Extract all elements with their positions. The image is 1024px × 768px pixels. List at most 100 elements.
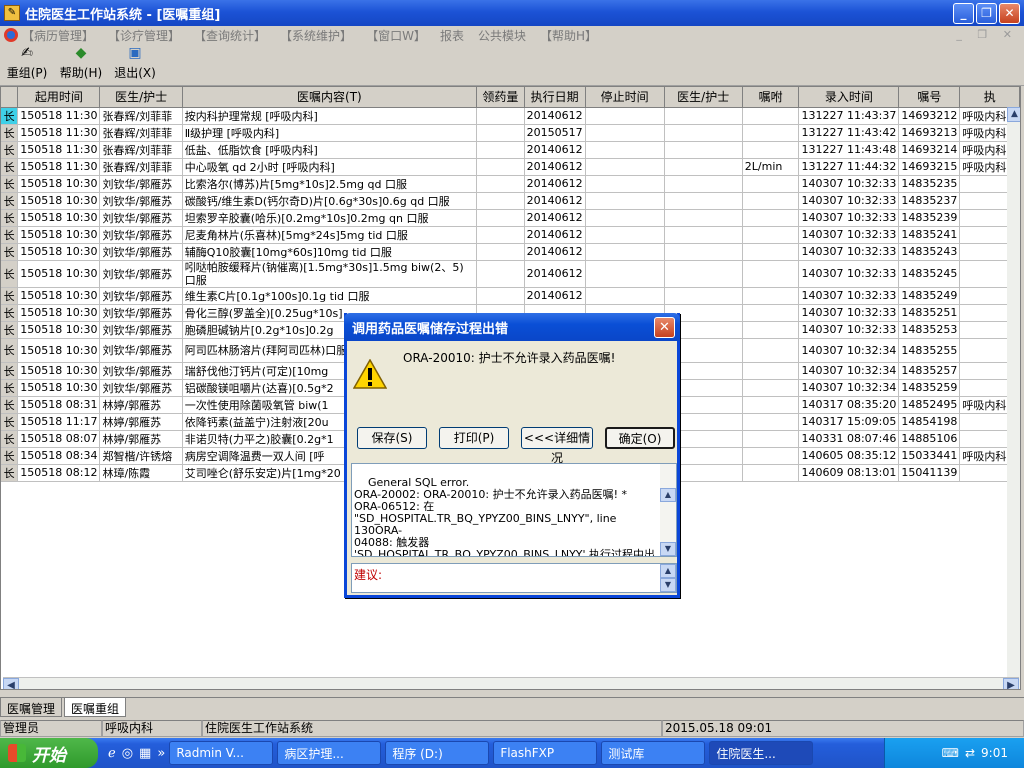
table-cell[interactable]: 150518 11:30 [17,124,101,142]
table-cell[interactable]: 20140612 [524,158,586,176]
table-row[interactable]: 长 150518 10:30 刘钦华/郭雁苏 维生素C片[0.1g*100s]0.1g… [1,287,1020,305]
table-cell[interactable]: 150518 10:30 [17,338,101,363]
menu-query-stats[interactable]: 【查询统计】 [194,27,266,44]
scroll-down-icon[interactable]: ▼ [660,542,676,556]
table-cell[interactable] [664,192,743,210]
table-cell[interactable]: 140307 10:32:33 [798,321,900,339]
desktop-icon[interactable]: ▦ [139,746,151,761]
menu-diagnosis[interactable]: 【诊疗管理】 [108,27,180,44]
table-cell[interactable]: 140609 08:13:01 [798,464,900,482]
menu-reports[interactable]: 报表 [440,27,464,44]
menu-system-maintenance[interactable]: 【系统维护】 [280,27,352,44]
row-type-indicator[interactable]: 长 [1,107,19,125]
table-cell[interactable] [742,338,800,363]
task-hospital-doctor[interactable]: 住院医生... [709,741,814,765]
dialog-close-icon[interactable]: ✕ [654,317,675,338]
table-cell[interactable]: 150518 10:30 [17,192,101,210]
table-cell[interactable]: 张春辉/刘菲菲 [99,141,183,159]
table-cell[interactable]: 140331 08:07:46 [798,430,900,448]
table-cell[interactable] [664,209,743,227]
row-type-indicator[interactable]: 长 [1,413,19,431]
table-cell[interactable] [664,226,743,244]
details-scrollbar[interactable]: ▲ ▼ [660,464,676,556]
minimize-button[interactable]: _ [953,3,974,24]
table-cell[interactable]: 张春辉/刘菲菲 [99,158,183,176]
table-row[interactable]: 长 150518 11:30 张春辉/刘菲菲 低盐、低脂饮食 [呼吸内科] 201406… [1,141,1020,159]
table-cell[interactable]: 刘钦华/郭雁苏 [99,209,183,227]
table-cell[interactable]: 14835245 [898,260,961,288]
column-header[interactable]: 起用时间 [17,87,101,108]
column-header[interactable]: 执 [959,87,1020,108]
table-cell[interactable] [476,243,525,261]
table-cell[interactable]: 刘钦华/郭雁苏 [99,260,183,288]
table-cell[interactable] [664,260,743,288]
table-cell[interactable]: 辅酶Q10胶囊[10mg*60s]10mg tid 口服 [182,243,478,261]
table-cell[interactable] [742,107,800,125]
table-cell[interactable]: 14835237 [898,192,961,210]
table-cell[interactable]: 150518 10:30 [17,209,101,227]
row-type-indicator[interactable]: 长 [1,141,19,159]
table-cell[interactable] [742,430,800,448]
table-cell[interactable] [664,175,743,193]
row-type-indicator[interactable]: 长 [1,158,19,176]
table-cell[interactable] [476,141,525,159]
column-header[interactable]: 录入时间 [798,87,900,108]
row-type-indicator[interactable]: 长 [1,304,19,322]
table-cell[interactable]: 林璋/陈霞 [99,464,183,482]
table-cell[interactable]: 张春辉/刘菲菲 [99,124,183,142]
table-cell[interactable]: 150518 11:30 [17,141,101,159]
scroll-right-icon[interactable]: ▶ [1003,678,1019,689]
table-cell[interactable] [742,260,800,288]
table-cell[interactable]: 140307 10:32:33 [798,260,900,288]
table-cell[interactable]: 14835251 [898,304,961,322]
table-cell[interactable] [585,175,665,193]
table-cell[interactable]: 刘钦华/郭雁苏 [99,379,183,397]
table-cell[interactable]: 14854198 [898,413,961,431]
column-header[interactable]: 医生/护士 [99,87,183,108]
table-cell[interactable] [742,141,800,159]
table-cell[interactable]: 20140612 [524,243,586,261]
table-cell[interactable]: 刘钦华/郭雁苏 [99,175,183,193]
table-cell[interactable]: 14835243 [898,243,961,261]
table-cell[interactable]: 14835235 [898,175,961,193]
table-cell[interactable] [476,192,525,210]
table-cell[interactable]: 刘钦华/郭雁苏 [99,287,183,305]
table-cell[interactable] [476,124,525,142]
table-cell[interactable]: 150518 11:30 [17,158,101,176]
table-cell[interactable]: 维生素C片[0.1g*100s]0.1g tid 口服 [182,287,478,305]
table-cell[interactable] [742,209,800,227]
table-cell[interactable]: 150518 10:30 [17,226,101,244]
table-cell[interactable]: 碳酸钙/维生素D(钙尔奇D)片[0.6g*30s]0.6g qd 口服 [182,192,478,210]
table-row[interactable]: 长 150518 10:30 刘钦华/郭雁苏 坦索罗辛胶囊(哈乐)[0.2mg*10s… [1,209,1020,227]
save-button[interactable]: 保存(S) [357,427,427,449]
table-row[interactable]: 长 150518 11:30 张春辉/刘菲菲 Ⅱ级护理 [呼吸内科] 20150517 1… [1,124,1020,142]
table-cell[interactable]: 140307 10:32:34 [798,338,900,363]
table-cell[interactable]: 150518 11:17 [17,413,101,431]
table-cell[interactable]: 15033441 [898,447,961,465]
table-cell[interactable]: 131227 11:43:48 [798,141,900,159]
table-cell[interactable]: 140317 08:35:20 [798,396,900,414]
table-cell[interactable]: 150518 10:30 [17,304,101,322]
table-cell[interactable]: 150518 10:30 [17,287,101,305]
table-cell[interactable] [742,124,800,142]
scroll-up-icon[interactable]: ▲ [1007,107,1020,122]
ok-button[interactable]: 确定(O) [605,427,675,449]
row-type-indicator[interactable]: 长 [1,243,19,261]
mdi-window-controls[interactable]: _ ❐ ✕ [956,28,1018,41]
table-cell[interactable] [585,158,665,176]
table-cell[interactable]: 150518 10:30 [17,175,101,193]
table-cell[interactable]: 14835249 [898,287,961,305]
table-cell[interactable] [742,321,800,339]
table-cell[interactable]: 20140612 [524,226,586,244]
table-row[interactable]: 长 150518 10:30 刘钦华/郭雁苏 尼麦角林片(乐喜林)[5mg*24s]5… [1,226,1020,244]
row-type-indicator[interactable]: 长 [1,287,19,305]
table-cell[interactable]: 20140612 [524,107,586,125]
table-cell[interactable] [585,124,665,142]
table-cell[interactable]: 林婷/郭雁苏 [99,413,183,431]
table-cell[interactable]: 14693215 [898,158,961,176]
table-cell[interactable]: 20140612 [524,209,586,227]
table-cell[interactable] [742,175,800,193]
table-cell[interactable]: 140307 10:32:33 [798,209,900,227]
table-cell[interactable] [585,209,665,227]
error-details-textarea[interactable]: General SQL error. ORA-20002: ORA-20010:… [351,463,677,557]
